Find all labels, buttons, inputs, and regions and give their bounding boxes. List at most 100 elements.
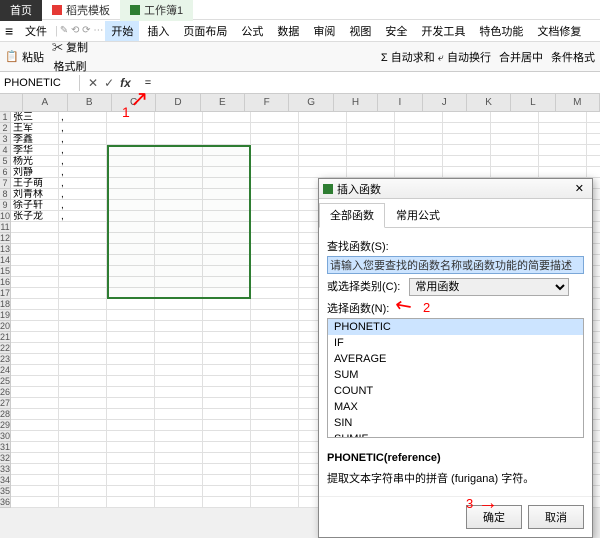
cell[interactable] bbox=[539, 134, 587, 145]
cell[interactable]: 徐子轩 bbox=[11, 200, 59, 211]
cell[interactable] bbox=[155, 398, 203, 409]
cell[interactable] bbox=[107, 497, 155, 508]
cell[interactable] bbox=[59, 464, 107, 475]
cell[interactable] bbox=[59, 266, 107, 277]
cell[interactable] bbox=[443, 145, 491, 156]
menu-devtools[interactable]: 开发工具 bbox=[415, 21, 471, 41]
function-item[interactable]: MAX bbox=[328, 399, 583, 415]
cell[interactable] bbox=[107, 233, 155, 244]
formula-input[interactable]: = bbox=[139, 75, 600, 91]
cell[interactable] bbox=[155, 112, 203, 123]
function-item[interactable]: IF bbox=[328, 335, 583, 351]
cell[interactable] bbox=[11, 420, 59, 431]
cancel-formula-icon[interactable]: ✕ bbox=[88, 76, 98, 90]
name-box[interactable]: PHONETIC bbox=[0, 75, 80, 91]
menu-file[interactable]: 文件 bbox=[19, 21, 53, 41]
cancel-button[interactable]: 取消 bbox=[528, 505, 584, 529]
paste-icon[interactable]: 📋 bbox=[5, 50, 19, 64]
cell[interactable] bbox=[59, 354, 107, 365]
col-header[interactable]: K bbox=[467, 94, 511, 111]
cell[interactable]: 王军 bbox=[11, 123, 59, 134]
cell[interactable] bbox=[251, 310, 299, 321]
cell[interactable] bbox=[107, 145, 155, 156]
col-header[interactable]: B bbox=[68, 94, 112, 111]
row-header[interactable]: 1 bbox=[0, 112, 11, 123]
cell[interactable] bbox=[59, 255, 107, 266]
row-header[interactable]: 3 bbox=[0, 134, 11, 145]
cell[interactable] bbox=[155, 321, 203, 332]
cell[interactable] bbox=[251, 189, 299, 200]
menu-data[interactable]: 数据 bbox=[271, 21, 305, 41]
cell[interactable] bbox=[11, 354, 59, 365]
row-header[interactable]: 31 bbox=[0, 442, 11, 453]
autowrap-button[interactable]: ⤶ 自动换行 bbox=[438, 49, 491, 65]
cell[interactable] bbox=[59, 409, 107, 420]
cell[interactable] bbox=[155, 310, 203, 321]
cell[interactable] bbox=[59, 486, 107, 497]
cell[interactable] bbox=[251, 376, 299, 387]
row-header[interactable]: 21 bbox=[0, 332, 11, 343]
menu-review[interactable]: 审阅 bbox=[307, 21, 341, 41]
cell[interactable] bbox=[251, 233, 299, 244]
autosum-button[interactable]: Σ 自动求和 bbox=[381, 49, 435, 65]
cell[interactable] bbox=[11, 244, 59, 255]
cell[interactable] bbox=[203, 200, 251, 211]
menu-formula[interactable]: 公式 bbox=[235, 21, 269, 41]
cell[interactable] bbox=[203, 453, 251, 464]
cell[interactable] bbox=[107, 387, 155, 398]
cell[interactable] bbox=[251, 123, 299, 134]
cell[interactable] bbox=[203, 255, 251, 266]
cell[interactable] bbox=[251, 134, 299, 145]
cell[interactable] bbox=[251, 398, 299, 409]
cell[interactable] bbox=[11, 486, 59, 497]
cell[interactable]: , bbox=[59, 167, 107, 178]
cell[interactable] bbox=[59, 376, 107, 387]
function-item[interactable]: SUMIF bbox=[328, 431, 583, 438]
cell[interactable] bbox=[203, 244, 251, 255]
confirm-formula-icon[interactable]: ✓ bbox=[104, 76, 114, 90]
cell[interactable] bbox=[251, 222, 299, 233]
cell[interactable] bbox=[107, 398, 155, 409]
row-header[interactable]: 36 bbox=[0, 497, 11, 508]
cell[interactable] bbox=[203, 310, 251, 321]
cell[interactable] bbox=[107, 200, 155, 211]
cell[interactable] bbox=[155, 189, 203, 200]
cell[interactable] bbox=[251, 486, 299, 497]
menu-special[interactable]: 特色功能 bbox=[473, 21, 529, 41]
cell[interactable] bbox=[155, 145, 203, 156]
cell[interactable] bbox=[59, 453, 107, 464]
row-header[interactable]: 11 bbox=[0, 222, 11, 233]
tab-common-formulas[interactable]: 常用公式 bbox=[385, 203, 451, 227]
row-header[interactable]: 13 bbox=[0, 244, 11, 255]
cell[interactable] bbox=[251, 321, 299, 332]
cell[interactable]: , bbox=[59, 189, 107, 200]
cell[interactable] bbox=[59, 321, 107, 332]
cell[interactable]: 张三 bbox=[11, 112, 59, 123]
cell[interactable] bbox=[155, 442, 203, 453]
cell[interactable] bbox=[11, 299, 59, 310]
cell[interactable]: 李华 bbox=[11, 145, 59, 156]
cell[interactable] bbox=[11, 497, 59, 508]
cell[interactable] bbox=[203, 387, 251, 398]
cell[interactable] bbox=[203, 266, 251, 277]
cell[interactable]: , bbox=[59, 145, 107, 156]
row-header[interactable]: 34 bbox=[0, 475, 11, 486]
cell[interactable] bbox=[11, 442, 59, 453]
row-header[interactable]: 17 bbox=[0, 288, 11, 299]
cell[interactable] bbox=[59, 299, 107, 310]
cell[interactable] bbox=[155, 178, 203, 189]
cell[interactable] bbox=[203, 486, 251, 497]
cell[interactable] bbox=[347, 167, 395, 178]
cell[interactable] bbox=[395, 156, 443, 167]
cell[interactable] bbox=[107, 123, 155, 134]
function-item[interactable]: COUNT bbox=[328, 383, 583, 399]
cell[interactable] bbox=[107, 453, 155, 464]
cell[interactable]: , bbox=[59, 156, 107, 167]
cell[interactable] bbox=[251, 497, 299, 508]
cell[interactable] bbox=[155, 299, 203, 310]
cell[interactable] bbox=[11, 409, 59, 420]
cell[interactable] bbox=[251, 442, 299, 453]
cell[interactable] bbox=[299, 123, 347, 134]
cell[interactable]: 王子萌 bbox=[11, 178, 59, 189]
cell[interactable]: , bbox=[59, 200, 107, 211]
